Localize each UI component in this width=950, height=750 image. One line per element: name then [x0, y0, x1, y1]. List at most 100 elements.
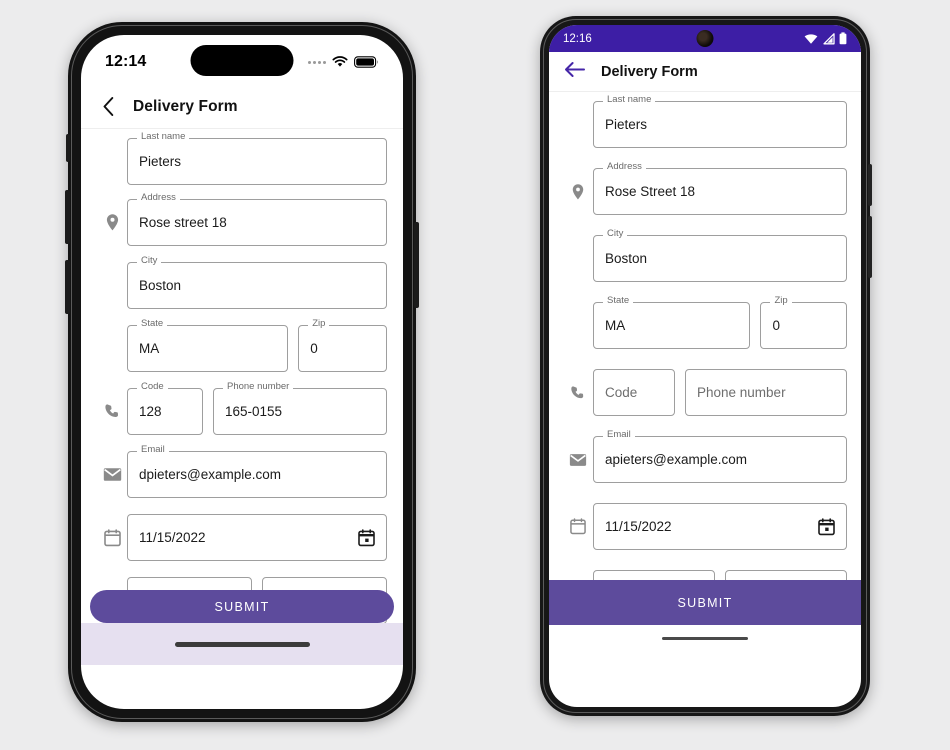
phone-code-field[interactable]: Code	[593, 369, 675, 416]
last-name-field[interactable]: Last name Pieters	[127, 132, 387, 185]
address-value: Rose street 18	[139, 215, 227, 230]
state-value: MA	[139, 341, 160, 356]
zip-field[interactable]: Zip 0	[298, 319, 387, 372]
form-row-email: Email dpieters@example.com	[97, 445, 387, 498]
date-field[interactable]: 11/15/2022	[127, 514, 387, 561]
status-time: 12:16	[563, 32, 592, 45]
city-field[interactable]: City Boston	[127, 256, 387, 309]
phone-icon	[563, 385, 593, 401]
calendar-picker-icon[interactable]	[358, 528, 375, 547]
calendar-picker-icon[interactable]	[818, 517, 835, 536]
form-row-address: Address Rose street 18	[97, 193, 387, 246]
form-row-city: City Boston	[563, 229, 847, 282]
last-name-value: Pieters	[139, 154, 182, 169]
state-value: MA	[605, 318, 626, 333]
iphone-mute-switch[interactable]	[66, 134, 70, 162]
phone-code-placeholder: Code	[605, 385, 638, 400]
address-value: Rose Street 18	[605, 184, 696, 199]
form-row-address: Address Rose Street 18	[563, 162, 847, 215]
phone-code-field[interactable]: Code 128	[127, 382, 203, 435]
email-label: Email	[603, 430, 635, 440]
android-status-bar: 12:16	[549, 25, 861, 52]
iphone-bottom-bar	[81, 623, 403, 665]
date-field[interactable]: 11/15/2022	[593, 503, 847, 550]
arrow-left-icon	[565, 61, 585, 77]
zip-value: 0	[772, 318, 780, 333]
signal-icon	[823, 32, 835, 44]
cellular-dots-icon	[308, 60, 326, 64]
phone-number-label: Phone number	[223, 382, 294, 392]
state-label: State	[603, 296, 634, 306]
screenshot-stage: 12:14 Delivery Form Last name Pieters Ad…	[0, 0, 950, 750]
form-row-phone: Code 128 Phone number 165-0155	[97, 382, 387, 435]
phone-number-placeholder: Phone number	[697, 385, 786, 400]
last-name-label: Last name	[603, 95, 656, 105]
zip-label: Zip	[308, 319, 330, 329]
android-power-button[interactable]	[868, 164, 872, 206]
android-bottom-bar	[549, 625, 861, 652]
city-field[interactable]: City Boston	[593, 229, 847, 282]
city-value: Boston	[139, 278, 182, 293]
iphone-power-button[interactable]	[414, 222, 419, 308]
status-time: 12:14	[105, 53, 147, 70]
form-row-date: 11/15/2022	[97, 514, 387, 561]
form-row-state-zip: State MA Zip 0	[97, 319, 387, 372]
home-indicator[interactable]	[174, 641, 310, 647]
back-button[interactable]	[564, 61, 585, 83]
address-field[interactable]: Address Rose street 18	[127, 193, 387, 246]
page-title: Delivery Form	[133, 97, 238, 115]
phone-icon	[97, 403, 127, 420]
address-label: Address	[137, 193, 180, 203]
phone-code-label: Code	[137, 382, 168, 392]
email-value: apieters@example.com	[605, 452, 748, 467]
wifi-icon	[332, 56, 348, 67]
form-row-last-name: Last name Pieters	[97, 132, 387, 185]
phone-number-field[interactable]: Phone number	[685, 369, 847, 416]
submit-button[interactable]: SUBMIT	[549, 580, 861, 625]
iphone-volume-up-button[interactable]	[65, 190, 70, 244]
form-row-last-name: Last name Pieters	[563, 95, 847, 148]
front-camera-punchhole	[696, 30, 714, 47]
phone-number-field[interactable]: Phone number 165-0155	[213, 382, 387, 435]
back-button[interactable]	[97, 96, 119, 118]
location-pin-icon	[563, 183, 593, 201]
battery-icon	[839, 32, 847, 45]
state-field[interactable]: State MA	[127, 319, 289, 372]
last-name-field[interactable]: Last name Pieters	[593, 95, 847, 148]
calendar-icon	[563, 518, 593, 535]
android-device-frame: 12:16 Delivery Form Last name Pieters Ad…	[540, 16, 872, 716]
form-row-city: City Boston	[97, 256, 387, 309]
dynamic-island	[190, 45, 294, 76]
email-field[interactable]: Email apieters@example.com	[593, 430, 847, 483]
form-row-email: Email apieters@example.com	[563, 430, 847, 483]
email-field[interactable]: Email dpieters@example.com	[127, 445, 387, 498]
calendar-icon	[97, 528, 127, 547]
iphone-device-frame: 12:14 Delivery Form Last name Pieters Ad…	[65, 22, 419, 722]
iphone-status-bar: 12:14	[81, 35, 403, 85]
form-row-state-zip: State MA Zip 0	[563, 296, 847, 349]
battery-icon	[354, 56, 378, 68]
android-app-bar: Delivery Form	[549, 52, 861, 92]
wifi-icon	[804, 33, 818, 44]
last-name-value: Pieters	[605, 117, 648, 132]
submit-button[interactable]: SUBMIT	[90, 590, 394, 623]
android-screen: 12:16 Delivery Form Last name Pieters Ad…	[549, 25, 861, 707]
state-field[interactable]: State MA	[593, 296, 751, 349]
phone-number-value: 165-0155	[225, 404, 283, 419]
address-field[interactable]: Address Rose Street 18	[593, 162, 847, 215]
city-label: City	[137, 256, 162, 266]
page-title: Delivery Form	[601, 63, 698, 80]
date-value: 11/15/2022	[605, 519, 672, 534]
date-value: 11/15/2022	[139, 530, 206, 545]
city-value: Boston	[605, 251, 648, 266]
envelope-icon	[563, 453, 593, 467]
status-icons	[308, 56, 379, 68]
android-volume-button[interactable]	[868, 216, 872, 278]
status-icons	[804, 32, 847, 45]
zip-value: 0	[310, 341, 318, 356]
form-row-phone: Code Phone number	[563, 369, 847, 416]
iphone-volume-down-button[interactable]	[65, 260, 70, 314]
android-form: Last name Pieters Address Rose Street 18…	[549, 92, 861, 652]
zip-field[interactable]: Zip 0	[760, 296, 847, 349]
home-indicator[interactable]	[662, 637, 748, 640]
